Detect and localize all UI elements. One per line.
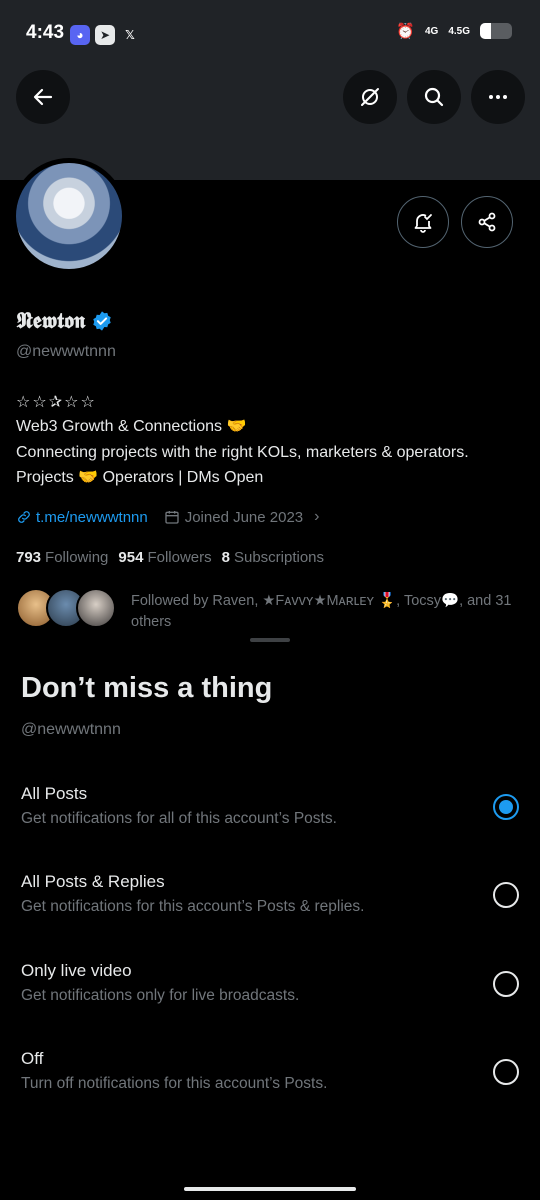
option-all-posts[interactable]: All Posts Get notifications for all of t… bbox=[0, 784, 540, 854]
bio-stars: ☆☆✰☆☆ bbox=[16, 394, 97, 411]
x-icon: 𝕏 bbox=[125, 28, 135, 42]
follower-avatar bbox=[76, 588, 116, 628]
option-description: Get notifications only for live broadcas… bbox=[21, 987, 300, 1004]
following-count: 793 bbox=[16, 549, 42, 566]
followers-stat[interactable]: 954 Followers bbox=[118, 549, 211, 566]
battery-icon bbox=[480, 23, 512, 39]
profile-meta: t.me/newwwtnnn Joined June 2023 › bbox=[16, 508, 319, 526]
more-button[interactable] bbox=[471, 70, 525, 124]
profile-link[interactable]: t.me/newwwtnnn bbox=[16, 509, 148, 526]
notification-settings-sheet: Don’t miss a thing @newwwtnnn All Posts … bbox=[0, 628, 540, 1200]
bio-line: Connecting projects with the right KOLs,… bbox=[16, 443, 469, 461]
option-label: All Posts bbox=[21, 784, 88, 803]
arrow-left-icon bbox=[33, 88, 53, 106]
subscriptions-count: 8 bbox=[221, 549, 230, 566]
sheet-grabber[interactable] bbox=[250, 638, 290, 642]
discord-icon: ◕ bbox=[70, 25, 90, 45]
joined-date-text: Joined June 2023 bbox=[184, 508, 304, 526]
avatar-image bbox=[16, 163, 122, 269]
chevron-right-icon: › bbox=[314, 508, 320, 525]
display-name-text: 𝕹𝖊𝖜𝖙𝖔𝖓 bbox=[16, 308, 86, 334]
sheet-handle: @newwwtnnn bbox=[21, 721, 121, 738]
status-bar: 4:43 ◕ ➤ 𝕏 ⏰ 4G 4.5G bbox=[0, 0, 540, 66]
status-time: 4:43 bbox=[26, 22, 65, 43]
notifications-button[interactable] bbox=[397, 196, 449, 248]
option-description: Get notifications for all of this accoun… bbox=[21, 810, 337, 827]
option-only-live-video[interactable]: Only live video Get notifications only f… bbox=[0, 961, 540, 1031]
followers-count: 954 bbox=[118, 549, 144, 566]
followed-by-avatars[interactable] bbox=[16, 588, 116, 628]
home-indicator[interactable] bbox=[184, 1187, 356, 1191]
followed-by-text[interactable]: Followed by Raven, ★Fᴀᴠᴠʏ★Mᴀʀʟᴇʏ 🎖️, Toc… bbox=[131, 591, 526, 633]
radio-only-live-video[interactable] bbox=[493, 971, 519, 997]
alarm-icon: ⏰ bbox=[396, 23, 415, 40]
option-all-posts-replies[interactable]: All Posts & Replies Get notifications fo… bbox=[0, 872, 540, 942]
option-off[interactable]: Off Turn off notifications for this acco… bbox=[0, 1049, 540, 1119]
more-icon bbox=[489, 95, 507, 99]
bio-line: Web3 Growth & Connections 🤝 bbox=[16, 418, 247, 435]
verified-badge-icon[interactable] bbox=[91, 310, 113, 332]
grok-button[interactable] bbox=[343, 70, 397, 124]
bio-line: Projects 🤝 Operators | DMs Open bbox=[16, 469, 264, 486]
profile-stats: 793 Following 954 Followers 8 Subscriptions bbox=[16, 549, 324, 566]
following-label: Following bbox=[45, 549, 109, 566]
network-4g: 4G bbox=[424, 25, 439, 37]
radio-all-posts[interactable] bbox=[493, 794, 519, 820]
search-icon bbox=[424, 87, 444, 107]
bell-check-icon bbox=[414, 214, 432, 233]
back-button[interactable] bbox=[16, 70, 70, 124]
status-indicators: ⏰ 4G 4.5G bbox=[396, 22, 512, 40]
profile-link-text: t.me/newwwtnnn bbox=[36, 508, 148, 526]
network-45g: 4.5G bbox=[448, 25, 470, 37]
option-label: Off bbox=[21, 1049, 44, 1068]
profile-bio: Web3 Growth & Connections 🤝 Connecting p… bbox=[16, 414, 526, 491]
grok-icon bbox=[361, 88, 379, 106]
profile-handle: @newwwtnnn bbox=[16, 343, 116, 360]
followers-label: Followers bbox=[147, 549, 212, 566]
calendar-icon bbox=[165, 511, 179, 524]
link-icon bbox=[18, 511, 30, 523]
radio-off[interactable] bbox=[493, 1059, 519, 1085]
search-button[interactable] bbox=[407, 70, 461, 124]
option-description: Turn off notifications for this account’… bbox=[21, 1075, 328, 1092]
share-icon bbox=[478, 212, 496, 232]
following-stat[interactable]: 793 Following bbox=[16, 549, 108, 566]
display-name: 𝕹𝖊𝖜𝖙𝖔𝖓 bbox=[16, 308, 113, 334]
joined-date[interactable]: Joined June 2023 › bbox=[164, 508, 320, 526]
radio-all-posts-replies[interactable] bbox=[493, 882, 519, 908]
sheet-title: Don’t miss a thing bbox=[21, 672, 273, 704]
subscriptions-label: Subscriptions bbox=[233, 549, 325, 566]
option-label: Only live video bbox=[21, 961, 132, 980]
option-description: Get notifications for this account’s Pos… bbox=[21, 898, 365, 915]
option-label: All Posts & Replies bbox=[21, 872, 165, 891]
subscriptions-stat[interactable]: 8 Subscriptions bbox=[222, 549, 324, 566]
share-button[interactable] bbox=[461, 196, 513, 248]
telegram-icon: ➤ bbox=[95, 25, 115, 45]
avatar[interactable] bbox=[11, 158, 127, 274]
